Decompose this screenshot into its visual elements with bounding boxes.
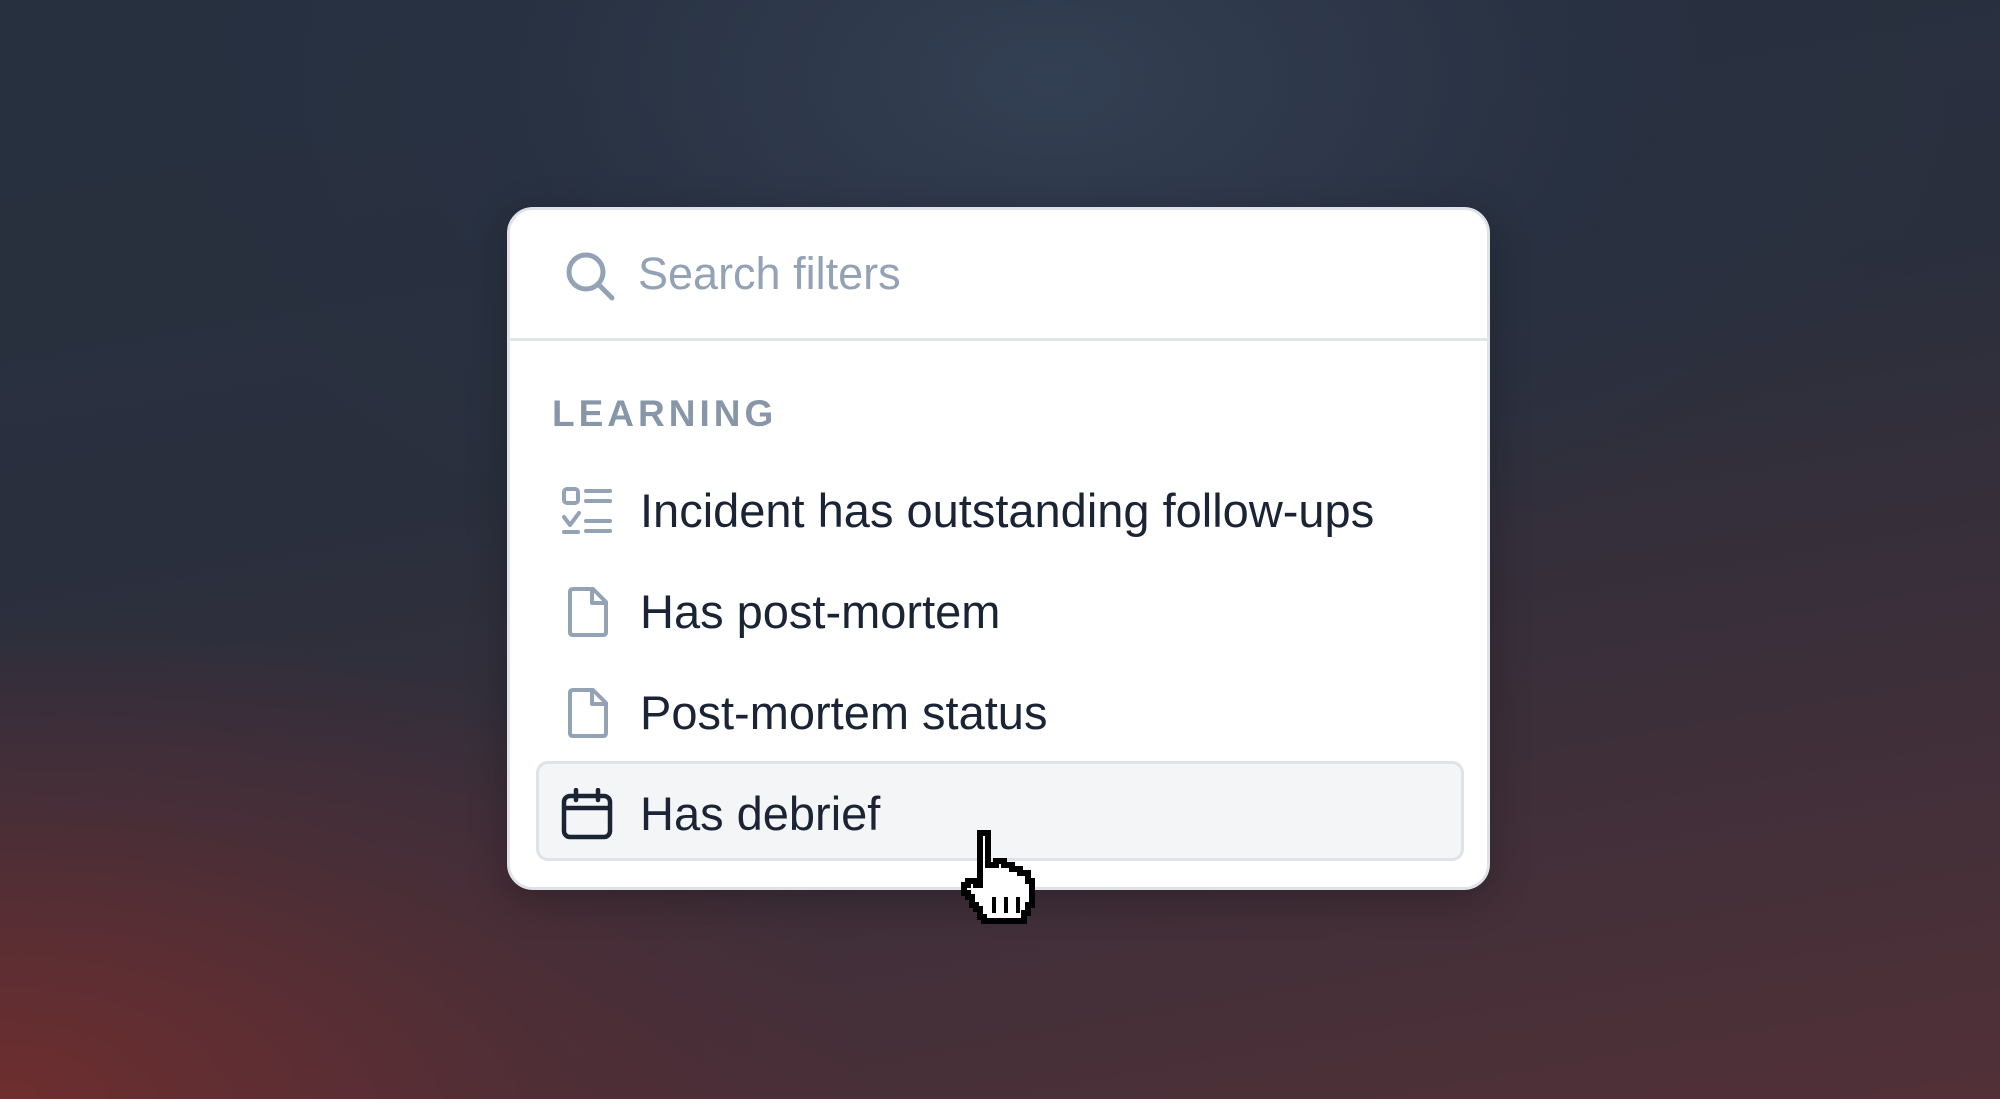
document-icon (568, 688, 608, 738)
search-icon (566, 252, 615, 301)
search-bar (510, 210, 1487, 341)
filter-item-has-post-mortem[interactable]: Has post-mortem (536, 559, 1464, 659)
filter-item-post-mortem-status[interactable]: Post-mortem status (536, 660, 1464, 760)
search-input[interactable] (638, 240, 1438, 308)
section-heading: LEARNING (552, 393, 778, 434)
filter-item-outstanding-follow-ups[interactable]: Incident has outstanding follow-ups (536, 458, 1464, 558)
filter-dropdown: LEARNING Incident has outstanding follow… (507, 207, 1490, 890)
filter-item-label: Incident has outstanding follow-ups (640, 484, 1375, 537)
filter-item-label: Has post-mortem (640, 585, 1001, 638)
filter-item-label: Has debrief (640, 787, 881, 840)
calendar-icon (561, 788, 613, 840)
filter-item-label: Post-mortem status (640, 686, 1048, 739)
hand-pointer-cursor-icon (961, 830, 1035, 924)
document-icon (568, 587, 608, 637)
checklist-icon (562, 487, 612, 534)
